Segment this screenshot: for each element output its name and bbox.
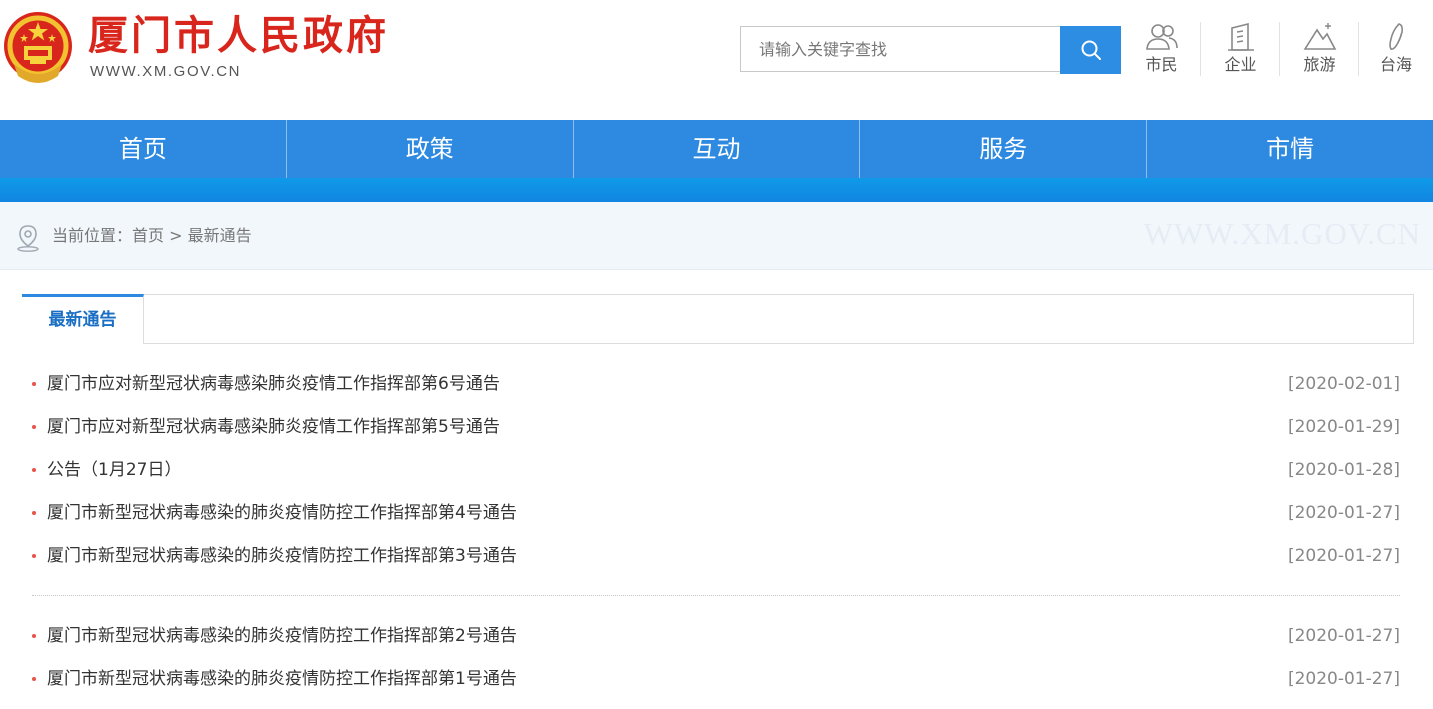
list-item: 厦门市新型冠状病毒感染的肺炎疫情防控工作指挥部第3号通告 [2020-01-27… <box>32 535 1402 578</box>
notice-date: [2020-02-01] <box>1287 374 1400 394</box>
enterprise-icon <box>1227 22 1254 51</box>
bullet-icon <box>32 554 36 558</box>
quick-link-taiwan[interactable]: 台海 <box>1359 22 1433 78</box>
site-title[interactable]: 厦门市人民政府 <box>88 10 389 62</box>
list-item: 厦门市新型冠状病毒感染的肺炎疫情防控工作指挥部第1号通告 [2020-01-27… <box>32 658 1402 701</box>
notice-title-link[interactable]: 厦门市新型冠状病毒感染的肺炎疫情防控工作指挥部第1号通告 <box>47 658 517 701</box>
location-pin-icon <box>17 225 39 252</box>
taiwan-icon <box>1389 23 1403 50</box>
quick-link-label: 企业 <box>1224 55 1257 74</box>
notice-date: [2020-01-27] <box>1287 503 1400 523</box>
nav-item-home[interactable]: 首页 <box>0 120 287 178</box>
bullet-icon <box>32 677 36 681</box>
notice-title-link[interactable]: 厦门市新型冠状病毒感染的肺炎疫情防控工作指挥部第4号通告 <box>47 492 517 535</box>
notice-date: [2020-01-27] <box>1287 626 1400 646</box>
nav-item-services[interactable]: 服务 <box>860 120 1148 178</box>
notice-date: [2020-01-29] <box>1287 417 1400 437</box>
breadcrumb-home-link[interactable]: 首页 <box>132 226 164 245</box>
search-button[interactable] <box>1060 26 1121 74</box>
list-item: 公告（1月27日） [2020-01-28] <box>32 449 1402 492</box>
breadcrumb-separator: > <box>164 226 188 245</box>
nav-item-city-info[interactable]: 市情 <box>1147 120 1433 178</box>
breadcrumb-bar: 当前位置：首页 > 最新通告 WWW.XM.GOV.CN <box>0 202 1433 270</box>
main-nav: 首页 政策 互动 服务 市情 <box>0 120 1433 178</box>
nav-item-interaction[interactable]: 互动 <box>574 120 861 178</box>
list-item: 厦门市新型冠状病毒感染的肺炎疫情防控工作指挥部第2号通告 [2020-01-27… <box>32 615 1402 658</box>
notice-date: [2020-01-27] <box>1287 669 1400 689</box>
notice-date: [2020-01-28] <box>1287 460 1400 480</box>
notice-tab-bar: 最新通告 <box>22 294 1414 344</box>
bullet-icon <box>32 634 36 638</box>
list-divider <box>32 595 1400 596</box>
nav-item-policy[interactable]: 政策 <box>287 120 574 178</box>
breadcrumb-current: 最新通告 <box>187 226 252 245</box>
national-emblem-icon <box>4 12 72 83</box>
list-item: 厦门市新型冠状病毒感染的肺炎疫情防控工作指挥部第4号通告 [2020-01-27… <box>32 492 1402 535</box>
quick-link-label: 市民 <box>1145 55 1178 74</box>
bullet-icon <box>32 468 36 472</box>
bullet-icon <box>32 425 36 429</box>
bullet-icon <box>32 382 36 386</box>
quick-link-citizen[interactable]: 市民 <box>1122 22 1201 78</box>
list-item: 厦门市应对新型冠状病毒感染肺炎疫情工作指挥部第5号通告 [2020-01-29] <box>32 406 1402 449</box>
notice-date: [2020-01-27] <box>1287 546 1400 566</box>
notice-title-link[interactable]: 厦门市应对新型冠状病毒感染肺炎疫情工作指挥部第6号通告 <box>47 363 500 406</box>
quick-link-enterprise[interactable]: 企业 <box>1201 22 1280 78</box>
breadcrumb: 当前位置：首页 > 最新通告 <box>52 225 252 247</box>
breadcrumb-prefix: 当前位置： <box>52 226 133 245</box>
site-url-watermark: WWW.XM.GOV.CN <box>1143 216 1421 251</box>
tourism-icon <box>1303 23 1336 50</box>
header: 厦门市人民政府 WWW.XM.GOV.CN 市民 企业 <box>0 0 1433 120</box>
quick-link-label: 台海 <box>1379 55 1412 74</box>
quick-link-label: 旅游 <box>1303 55 1336 74</box>
search-icon <box>1081 40 1101 60</box>
nav-accent-strip <box>0 178 1433 202</box>
quick-link-tourism[interactable]: 旅游 <box>1280 22 1359 78</box>
tab-latest-notices[interactable]: 最新通告 <box>22 294 144 344</box>
notice-title-link[interactable]: 厦门市新型冠状病毒感染的肺炎疫情防控工作指挥部第3号通告 <box>47 535 517 578</box>
search-box <box>740 26 1060 72</box>
notice-title-link[interactable]: 厦门市应对新型冠状病毒感染肺炎疫情工作指挥部第5号通告 <box>47 406 500 449</box>
citizen-icon <box>1145 24 1178 50</box>
search-input[interactable] <box>741 27 1060 71</box>
notice-list-group-2: 厦门市新型冠状病毒感染的肺炎疫情防控工作指挥部第2号通告 [2020-01-27… <box>32 615 1402 701</box>
notice-list-group-1: 厦门市应对新型冠状病毒感染肺炎疫情工作指挥部第6号通告 [2020-02-01]… <box>32 363 1402 578</box>
bullet-icon <box>32 511 36 515</box>
list-item: 厦门市应对新型冠状病毒感染肺炎疫情工作指挥部第6号通告 [2020-02-01] <box>32 363 1402 406</box>
notice-title-link[interactable]: 公告（1月27日） <box>47 449 181 492</box>
site-url: WWW.XM.GOV.CN <box>90 63 242 80</box>
notice-title-link[interactable]: 厦门市新型冠状病毒感染的肺炎疫情防控工作指挥部第2号通告 <box>47 615 517 658</box>
